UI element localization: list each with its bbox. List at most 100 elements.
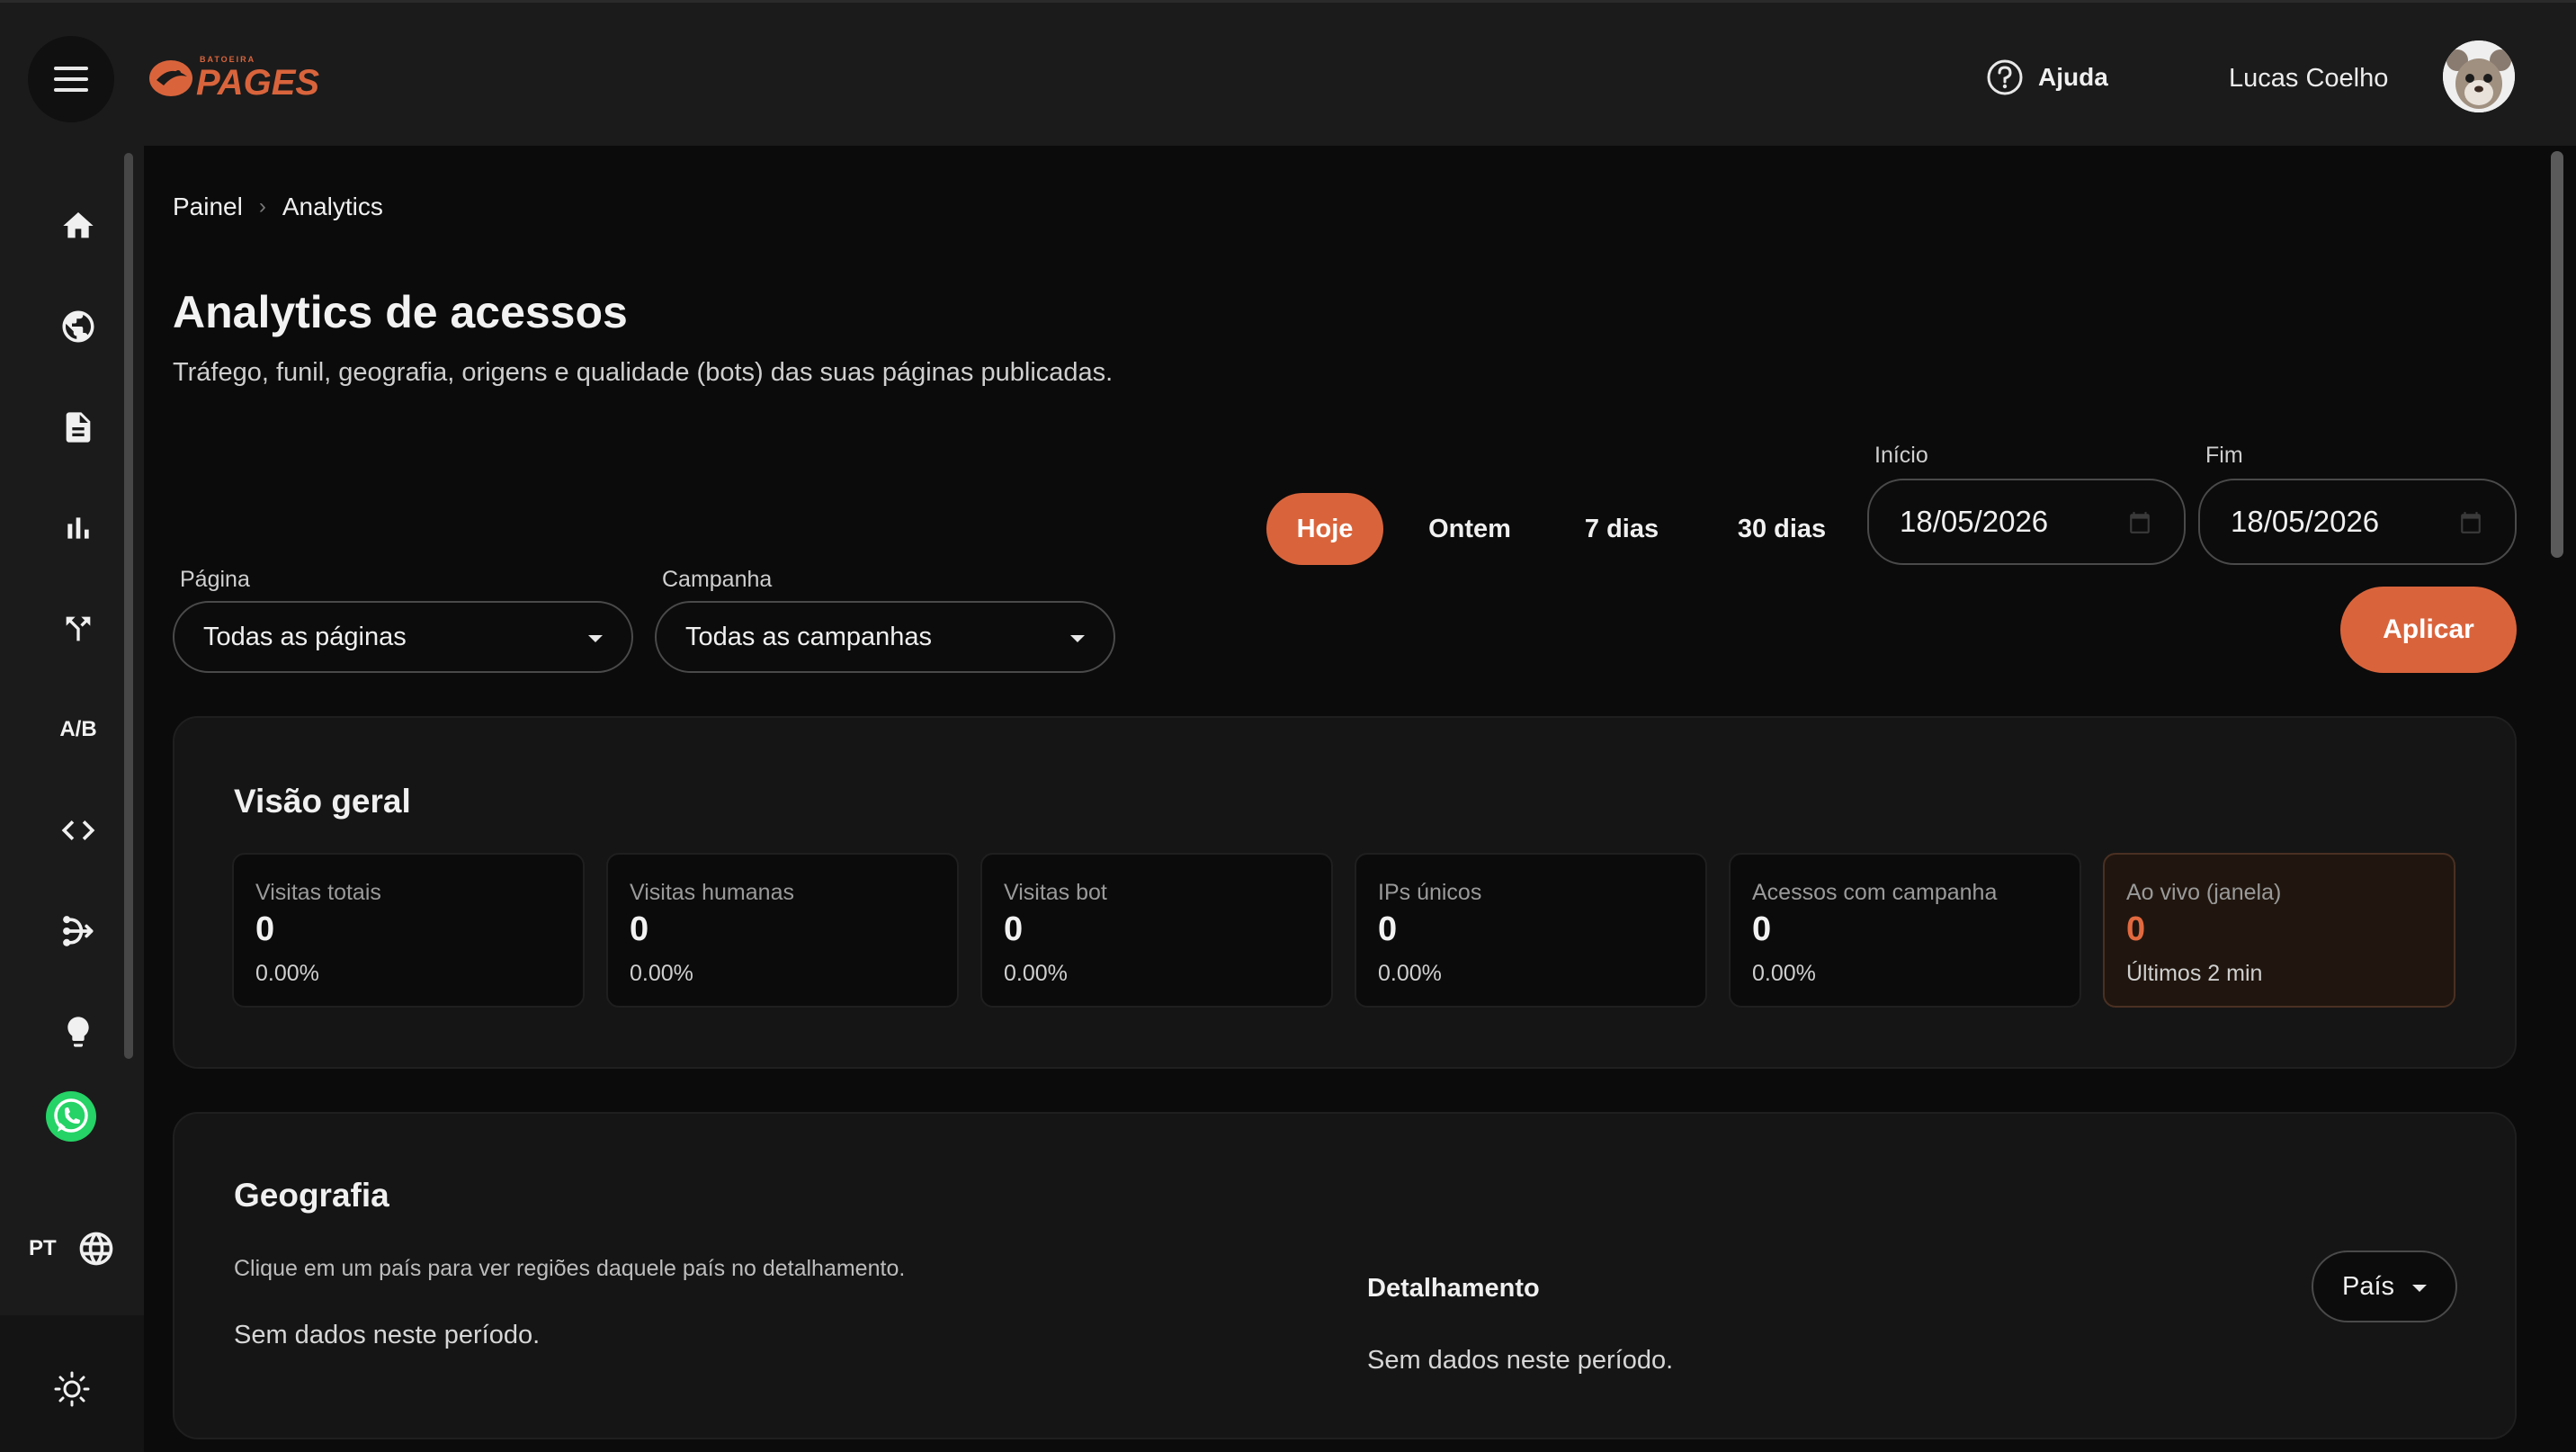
campaign-filter-select[interactable]: Todas as campanhas (655, 601, 1115, 673)
end-date-input[interactable]: 18/05/2026 (2198, 479, 2517, 565)
avatar-image (2443, 40, 2515, 112)
calendar-icon[interactable] (2459, 511, 2482, 534)
ab-test-icon: A/B (59, 717, 97, 741)
whatsapp-icon (46, 1091, 96, 1142)
range-30days-button[interactable]: 30 dias (1718, 493, 1846, 565)
chevron-down-icon (1070, 635, 1085, 642)
start-date-input[interactable]: 18/05/2026 (1867, 479, 2186, 565)
code-icon (61, 820, 95, 840)
brand-logo[interactable]: BATOEIRA PAGES (144, 49, 324, 103)
stat-label: Ao vivo (janela) (2126, 880, 2282, 905)
app-root: BATOEIRA PAGES Ajuda Lucas Coelho A/B PT… (0, 0, 2576, 1452)
avatar[interactable] (2443, 40, 2515, 112)
document-icon (66, 412, 91, 443)
stat-card-human-visits: Visitas humanas 0 0.00% (606, 853, 959, 1008)
apply-button[interactable]: Aplicar (2340, 587, 2517, 673)
stat-label: IPs únicos (1378, 880, 1482, 905)
stat-value: 0 (1378, 910, 1398, 948)
stat-label: Visitas humanas (630, 880, 794, 905)
sidebar-scrollbar[interactable] (124, 153, 133, 1059)
breadcrumb-separator: › (258, 194, 266, 219)
logo-text: PAGES (196, 63, 319, 103)
stat-card-unique-ips: IPs únicos 0 0.00% (1355, 853, 1707, 1008)
theme-toggle-button[interactable] (50, 1367, 94, 1411)
sidebar-item-pages[interactable] (43, 392, 113, 462)
page-subtitle: Tráfego, funil, geografia, origens e qua… (173, 358, 1114, 387)
sidebar-item-home[interactable] (43, 191, 113, 261)
home-icon (63, 212, 94, 238)
stat-sub: Últimos 2 min (2126, 961, 2263, 986)
detail-level-select[interactable]: País (2312, 1250, 2457, 1322)
sidebar-item-code[interactable] (43, 795, 113, 865)
overview-card: Visão geral Visitas totais 0 0.00% Visit… (173, 716, 2517, 1069)
sidebar-item-analytics[interactable] (43, 493, 113, 563)
menu-button[interactable] (28, 36, 114, 122)
language-globe-icon (79, 1232, 113, 1266)
overview-title: Visão geral (234, 783, 411, 820)
page-filter-value: Todas as páginas (203, 622, 407, 651)
main-scrollbar[interactable] (2551, 151, 2563, 558)
start-date-value: 18/05/2026 (1900, 505, 2049, 538)
language-switcher[interactable]: PT (29, 1229, 116, 1268)
detail-title: Detalhamento (1367, 1274, 1540, 1303)
help-label: Ajuda (2038, 63, 2108, 91)
page-filter-label: Página (180, 567, 250, 592)
top-bar: BATOEIRA PAGES Ajuda Lucas Coelho (0, 0, 2576, 146)
geography-empty-state: Sem dados neste período. (234, 1321, 541, 1349)
range-today-button[interactable]: Hoje (1266, 493, 1383, 565)
stat-sub: 0.00% (630, 961, 693, 986)
campaign-filter-label: Campanha (662, 567, 773, 592)
stat-sub: 0.00% (1378, 961, 1442, 986)
help-circle-icon (1987, 59, 2023, 95)
lightbulb-icon (67, 1017, 89, 1047)
sidebar-item-tips[interactable] (43, 997, 113, 1067)
branch-icon (66, 616, 91, 641)
bar-chart-icon (67, 517, 89, 539)
chevron-down-icon (2412, 1285, 2427, 1292)
stat-card-campaign-visits: Acessos com campanha 0 0.00% (1729, 853, 2081, 1008)
hamburger-icon (54, 67, 88, 92)
detail-level-value: País (2342, 1271, 2395, 1301)
chevron-down-icon (588, 635, 603, 642)
stat-sub: 0.00% (1752, 961, 1816, 986)
stat-card-bot-visits: Visitas bot 0 0.00% (980, 853, 1333, 1008)
stat-sub: 0.00% (255, 961, 319, 986)
end-date-label: Fim (2205, 443, 2243, 468)
stat-value: 0 (630, 910, 649, 948)
stat-value: 0 (255, 910, 275, 948)
range-7days-button[interactable]: 7 dias (1565, 493, 1678, 565)
sidebar-item-domains[interactable] (43, 291, 113, 362)
stat-label: Visitas totais (255, 880, 381, 905)
stat-value: 0 (1752, 910, 1772, 948)
stat-sub: 0.00% (1004, 961, 1068, 986)
breadcrumb-current: Analytics (282, 193, 383, 220)
sidebar-item-ab-test[interactable]: A/B (43, 695, 113, 765)
end-date-value: 18/05/2026 (2231, 505, 2380, 538)
campaign-filter-value: Todas as campanhas (685, 622, 933, 651)
page-title: Analytics de acessos (173, 287, 628, 337)
language-code: PT (29, 1236, 57, 1260)
calendar-icon[interactable] (2128, 511, 2151, 534)
geography-hint: Clique em um país para ver regiões daque… (234, 1256, 906, 1281)
globe-icon (62, 310, 94, 343)
stat-label: Acessos com campanha (1752, 880, 1998, 905)
breadcrumb: Painel › Analytics (173, 193, 383, 221)
sun-icon (54, 1371, 90, 1407)
detail-empty-state: Sem dados neste período. (1367, 1346, 1674, 1375)
geography-card: Geografia Clique em um país para ver reg… (173, 1112, 2517, 1439)
user-name[interactable]: Lucas Coelho (2229, 64, 2388, 94)
start-date-label: Início (1874, 443, 1928, 468)
stat-card-total-visits: Visitas totais 0 0.00% (232, 853, 585, 1008)
page-filter-select[interactable]: Todas as páginas (173, 601, 633, 673)
stat-value: 0 (2126, 910, 2146, 948)
range-yesterday-button[interactable]: Ontem (1409, 493, 1531, 565)
breadcrumb-painel[interactable]: Painel (173, 193, 243, 221)
stat-value: 0 (1004, 910, 1024, 948)
stat-label: Visitas bot (1004, 880, 1107, 905)
sidebar-item-integrations[interactable] (43, 896, 113, 966)
geography-title: Geografia (234, 1177, 389, 1214)
sidebar-item-whatsapp[interactable] (36, 1081, 106, 1152)
help-link[interactable]: Ajuda (1986, 58, 2108, 96)
flow-icon (63, 916, 94, 946)
sidebar-item-funnel[interactable] (43, 594, 113, 664)
